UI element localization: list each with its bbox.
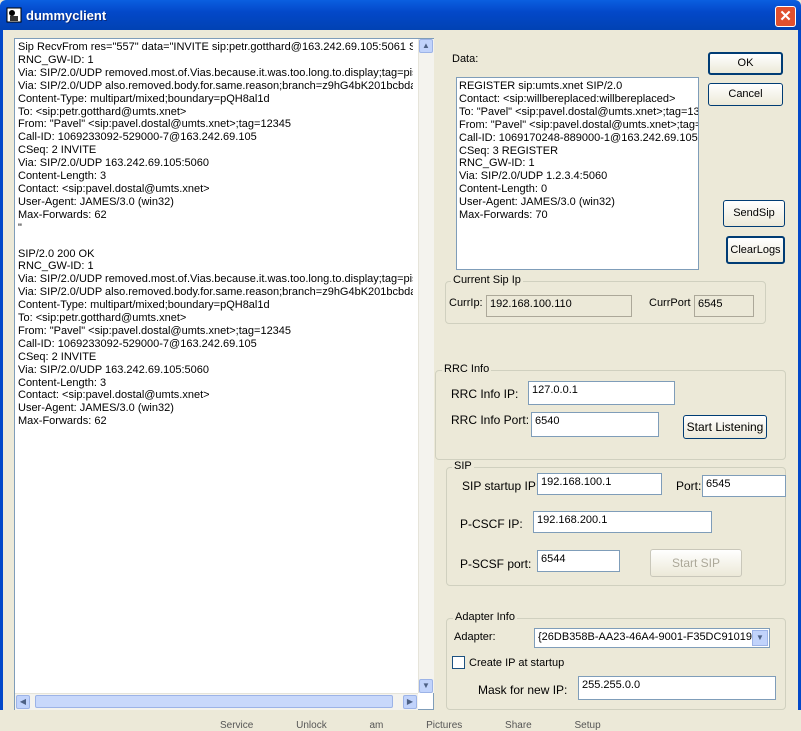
rrc-info-ip-input[interactable]: 127.0.0.1 bbox=[528, 381, 675, 405]
adapter-select-value: {26DB358B-AA23-46A4-9001-F35DC91019B bbox=[538, 631, 760, 643]
mask-input[interactable]: 255.255.0.0 bbox=[578, 676, 776, 700]
rrc-info-ip-label: RRC Info IP: bbox=[451, 387, 519, 401]
pcscf-ip-input[interactable]: 192.168.200.1 bbox=[533, 511, 712, 533]
scroll-down-icon[interactable]: ▼ bbox=[419, 679, 433, 693]
curr-ip-label: CurrIp: bbox=[449, 297, 483, 309]
app-icon bbox=[6, 7, 22, 23]
sip-startup-ip-label: SIP startup IP: bbox=[462, 479, 540, 493]
create-ip-label: Create IP at startup bbox=[469, 657, 565, 669]
sip-title: SIP bbox=[452, 460, 474, 472]
current-sip-ip-title: Current Sip Ip bbox=[451, 274, 523, 286]
curr-port-field: 6545 bbox=[694, 295, 754, 317]
pcscf-ip-label: P-CSCF IP: bbox=[460, 517, 523, 531]
adapter-info-title: Adapter Info bbox=[453, 611, 517, 623]
send-sip-button[interactable]: SendSip bbox=[723, 200, 785, 227]
curr-ip-field: 192.168.100.110 bbox=[486, 295, 632, 317]
pscsf-port-input[interactable]: 6544 bbox=[537, 550, 620, 572]
data-textarea[interactable]: REGISTER sip:umts.xnet SIP/2.0 Contact: … bbox=[456, 77, 699, 270]
create-ip-checkbox[interactable] bbox=[452, 656, 465, 669]
sip-port-label: Port: bbox=[676, 479, 702, 493]
title-bar[interactable] bbox=[0, 0, 801, 30]
start-listening-button[interactable]: Start Listening bbox=[683, 415, 767, 439]
rrc-info-port-input[interactable]: 6540 bbox=[531, 412, 659, 437]
log-textarea[interactable]: Sip RecvFrom res="557" data="INVITE sip:… bbox=[14, 38, 434, 710]
start-sip-button[interactable]: Start SIP bbox=[650, 549, 742, 577]
log-horizontal-scrollbar[interactable]: ◀ ▶ bbox=[15, 693, 418, 710]
rrc-info-port-label: RRC Info Port: bbox=[451, 413, 530, 427]
log-text: Sip RecvFrom res="557" data="INVITE sip:… bbox=[18, 41, 413, 428]
sip-port-input[interactable]: 6545 bbox=[702, 475, 786, 497]
mask-label: Mask for new IP: bbox=[478, 683, 568, 697]
ok-button[interactable]: OK bbox=[708, 52, 783, 75]
scroll-right-icon[interactable]: ▶ bbox=[403, 695, 417, 709]
cancel-button[interactable]: Cancel bbox=[708, 83, 783, 106]
data-label: Data: bbox=[452, 53, 479, 65]
close-button[interactable]: ✕ bbox=[775, 6, 796, 27]
scroll-up-icon[interactable]: ▲ bbox=[419, 39, 433, 53]
window-title: dummyclient bbox=[26, 8, 107, 23]
clear-logs-button[interactable]: ClearLogs bbox=[726, 236, 785, 264]
background-text: Service Unlock am Pictures Share Setup bbox=[220, 720, 601, 731]
curr-port-label: CurrPort bbox=[649, 297, 691, 309]
log-vertical-scrollbar[interactable]: ▲ ▼ bbox=[418, 39, 434, 693]
sip-startup-ip-input[interactable]: 192.168.100.1 bbox=[537, 473, 662, 495]
adapter-label: Adapter: bbox=[454, 631, 496, 643]
scroll-left-icon[interactable]: ◀ bbox=[16, 695, 30, 709]
chevron-down-icon[interactable]: ▼ bbox=[752, 630, 768, 646]
pscsf-port-label: P-SCSF port: bbox=[460, 557, 532, 571]
data-text: REGISTER sip:umts.xnet SIP/2.0 Contact: … bbox=[459, 80, 699, 222]
rrc-info-title: RRC Info bbox=[442, 363, 492, 375]
scroll-thumb[interactable] bbox=[35, 695, 393, 708]
adapter-select[interactable]: {26DB358B-AA23-46A4-9001-F35DC91019B ▼ bbox=[534, 628, 770, 648]
